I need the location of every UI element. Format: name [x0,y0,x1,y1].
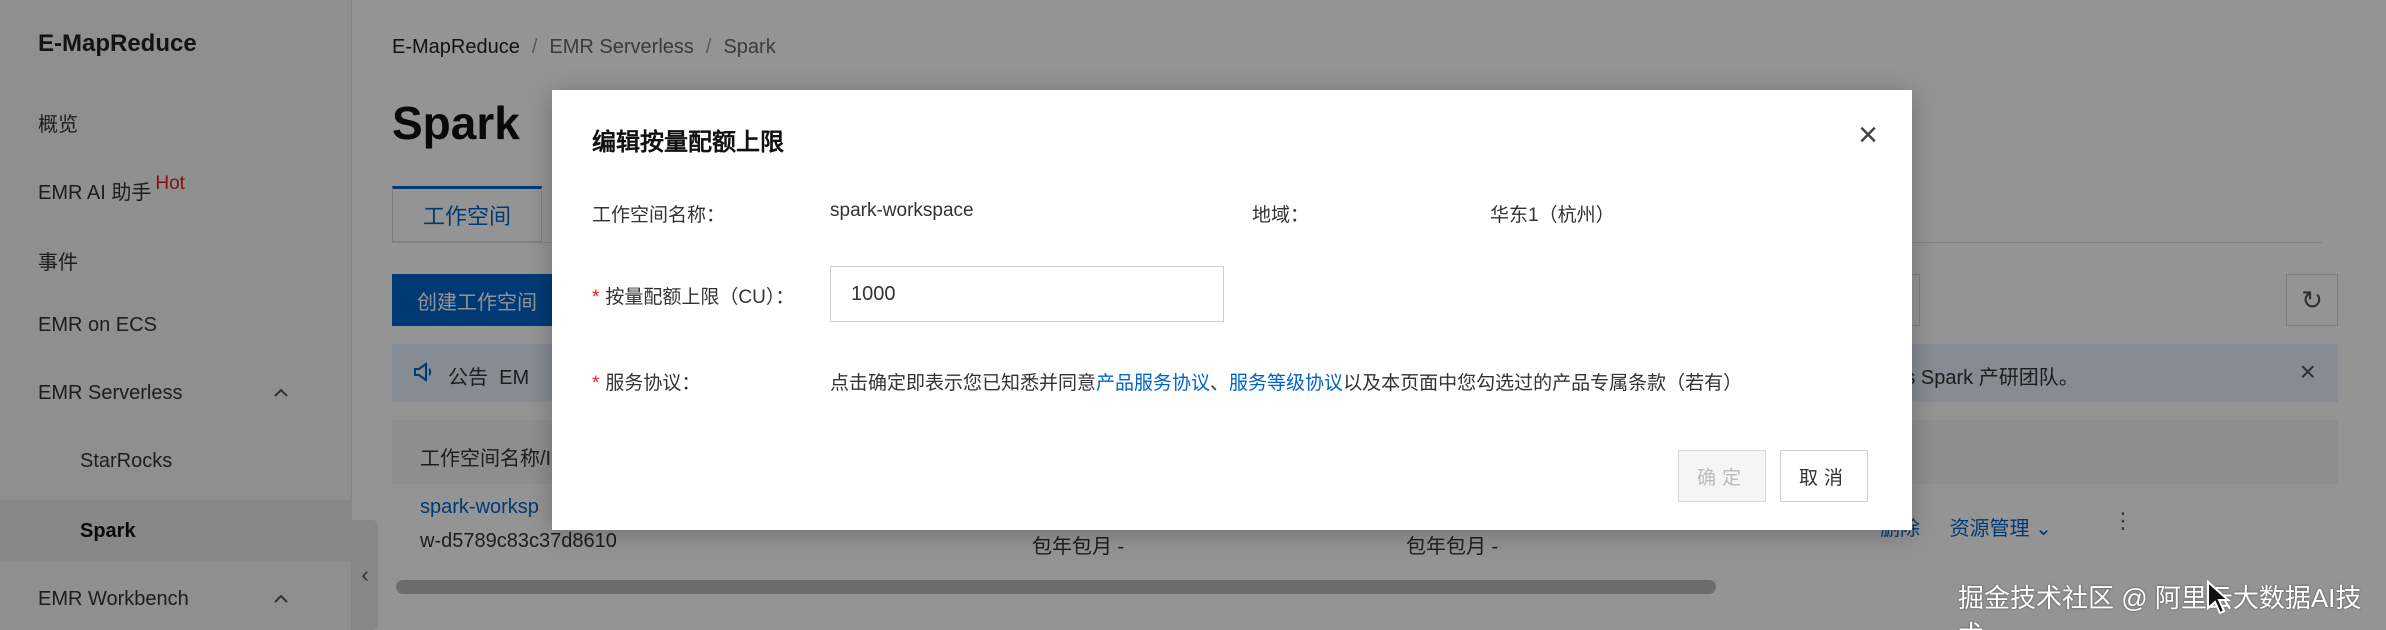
sla-link[interactable]: 服务等级协议 [1229,373,1343,394]
workspace-name-label: 工作空间名称： [592,205,726,226]
region-value: 华东1（杭州） [1490,205,1615,226]
quota-label: * 按量配额上限（CU）： [592,287,795,308]
cancel-button[interactable]: 取消 [1780,450,1868,502]
agreement-label-text: 服务协议： [605,373,701,394]
ok-button[interactable]: 确定 [1678,450,1766,502]
agreement-text: 点击确定即表示您已知悉并同意产品服务协议、服务等级协议以及本页面中您勾选过的产品… [830,368,1742,395]
quota-label-text: 按量配额上限（CU）： [605,287,795,308]
service-agreement-link[interactable]: 产品服务协议 [1096,373,1210,394]
close-icon[interactable]: × [1858,116,1878,155]
region-label: 地域： [1252,205,1310,226]
workspace-name-value: spark-workspace [830,200,974,221]
watermark: 掘金技术社区 @ 阿里云大数据AI技术 [1958,583,2362,630]
agreement-suffix: 以及本页面中您勾选过的产品专属条款（若有） [1343,373,1743,394]
mouse-cursor-icon [2207,580,2231,615]
dialog-title: 编辑按量配额上限 [592,129,784,156]
agreement-label: * 服务协议： [592,373,701,394]
edit-quota-dialog: 编辑按量配额上限 × 工作空间名称： spark-workspace 地域： 华… [552,90,1912,530]
agreement-prefix: 点击确定即表示您已知悉并同意 [830,373,1097,394]
quota-input[interactable] [830,266,1224,322]
agreement-sep: 、 [1210,373,1230,394]
